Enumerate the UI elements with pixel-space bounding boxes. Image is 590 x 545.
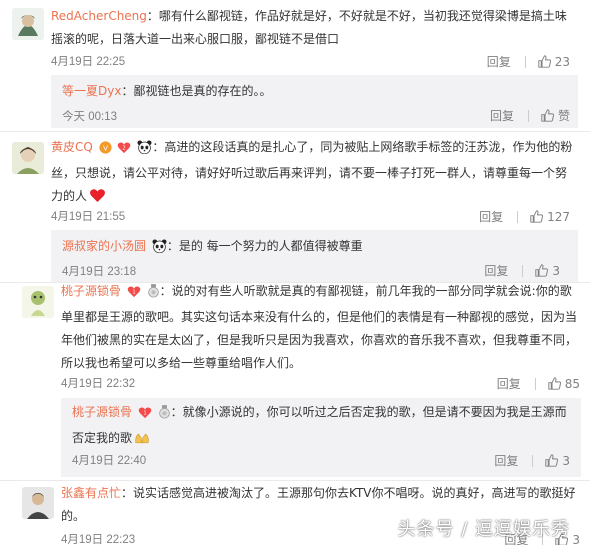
like-count: 赞 [557,109,570,123]
reply-button[interactable]: 回复 [484,262,508,279]
timestamp: 4月19日 23:18 [62,266,137,278]
comment-body: ：说的对有些人听歌就是真的有鄙视链，前几年我的一部分同学就会说:你的歌 [159,284,572,298]
username-link[interactable]: 桃子源锁骨 [72,405,132,419]
like-count: 3 [562,453,570,468]
like-button[interactable]: 127 [530,210,570,224]
timestamp: 今天 00:13 [62,111,117,123]
reply-actions: 回复 3 [494,452,570,469]
avatar[interactable] [22,487,54,519]
timestamp: 4月19日 21:55 [51,211,126,223]
like-count: 127 [547,209,570,224]
username-link[interactable]: RedAcherCheng [51,9,147,23]
reply-button[interactable]: 回复 [487,53,511,70]
reply-body: ：是的 每一个努力的人都值得被尊重 [166,239,363,253]
comment-body: ：说实话感觉高进被淘汰了。王源那句你去KTV你不唱呀。说的真好，高进写的歌挺好 [121,486,576,500]
comment-body: 丝，只想说，请公平对待，请好好听过歌后再来评判，请不要一棒子打死一群人，请尊重每… [51,166,568,180]
timestamp: 4月19日 22:25 [51,56,126,68]
timestamp: 4月19日 22:40 [72,455,147,467]
comment-body: 年他们被黑的实在是太凶了，但是我听只是因为我喜欢，你喜欢的音乐我不喜欢，但我尊重… [61,333,578,347]
comment-item: 桃子源锁骨 1 ：说的对有些人听歌就是真的有鄙视链，前几年我的一部分同学就会说:… [0,282,590,478]
reply-button[interactable]: 回复 [497,375,521,392]
comment-body: ：高进的这段话真的是扎心了，同为被贴上网络歌手标签的汪苏泷，作为他的粉 [152,140,573,154]
svg-text:1: 1 [132,290,135,296]
username-link[interactable]: 张鑫有点忙 [61,486,121,500]
comment-body: 的。 [61,509,86,523]
thumbs-up-icon [530,210,544,223]
medal-icon [158,404,171,427]
reply-button[interactable]: 回复 [490,107,514,124]
like-count: 3 [552,263,560,278]
thumbs-up-icon [545,454,559,467]
comment-item: RedAcherCheng：哪有什么鄙视链，作品好就是好，不好就是不好，当初我还… [0,0,590,128]
comment-body: ：哪有什么鄙视链，作品好就是好，不好就是不好，当初我还觉得梁博是搞土味 [146,9,567,23]
divider [524,55,526,68]
like-count: 3 [572,532,580,545]
comment-text: RedAcherCheng：哪有什么鄙视链，作品好就是好，不好就是不好，当初我还… [51,5,581,51]
like-button[interactable]: 3 [545,454,570,468]
like-count: 23 [554,54,570,69]
heart-badge-icon: 2 [117,139,131,162]
comment-body: 所以我也希望可以多给一些尊重给唱作人们。 [61,356,302,370]
username-link[interactable]: 等一夏Dyx [62,84,121,98]
avatar[interactable] [12,8,44,40]
like-button[interactable]: 赞 [541,107,570,124]
comment-actions: 回复 127 [479,208,570,225]
reply-button[interactable]: 回复 [494,452,518,469]
watermark: 头条号 / 逗逗娱乐秀 [397,519,570,540]
thumbs-up-icon [535,264,549,277]
username-link[interactable]: 桃子源锁骨 [61,284,121,298]
thumbs-up-icon [538,55,551,68]
comment-body: 单里都是王源的歌吧。其实这句话本来没有什么的，但是他们的表情是有一种鄙视的感觉，… [61,310,578,324]
svg-text:2: 2 [123,146,126,152]
like-button[interactable]: 85 [548,377,580,391]
reply-button[interactable]: 回复 [479,208,503,225]
comment-text: 黄皮CQ V 2 ：高进的这段话真的是扎心了，同为被贴上网络歌手标签的汪苏泷，作… [51,136,581,211]
vip-badge-icon: V [99,139,112,162]
avatar[interactable] [12,142,44,174]
reply-body: 否定我的歌 [72,431,133,445]
panda-icon [152,238,167,261]
comment-body: 摇滚的呢，日落大道一出来心服口服，鄙视链不是借口 [51,32,340,46]
reply-actions: 回复 赞 [490,107,570,124]
comment-actions: 回复 23 [487,53,570,70]
avatar[interactable] [22,286,54,318]
divider [532,454,534,467]
divider [517,210,519,223]
comment-item: 黄皮CQ V 2 ：高进的这段话真的是扎心了，同为被贴上网络歌手标签的汪苏泷，作… [0,131,590,282]
like-count: 85 [564,376,580,391]
comment-text: 桃子源锁骨 1 ：说的对有些人听歌就是真的有鄙视链，前几年我的一部分同学就会说:… [61,280,583,375]
svg-text:1: 1 [143,411,146,417]
reply-text: 等一夏Dyx：鄙视链也是真的存在的。。 [62,80,562,103]
reply-actions: 回复 3 [484,262,560,279]
reply-body: ：就像小源说的，你可以听过之后否定我的歌，但是请不要因为我是王源而 [170,405,567,419]
username-link[interactable]: 源叔家的小汤圆 [62,239,146,253]
like-button[interactable]: 3 [535,264,560,278]
comment-actions: 回复 85 [497,375,580,392]
medal-icon [147,283,160,306]
thumbs-up-icon [548,377,561,390]
timestamp: 4月19日 22:32 [61,378,136,390]
heart-badge-icon: 1 [138,404,152,427]
reply-text: 源叔家的小汤圆 ：是的 每一个努力的人都值得被尊重 [62,235,562,261]
panda-icon [137,139,152,162]
comment-body: 力的人 [51,189,88,203]
timestamp: 4月19日 22:23 [61,534,136,545]
divider [522,264,524,277]
divider [534,377,536,390]
reply-body: ：鄙视链也是真的存在的。。 [121,84,272,98]
reply-text: 桃子源锁骨 1 ：就像小源说的，你可以听过之后否定我的歌，但是请不要因为我是王源… [72,401,572,453]
svg-text:V: V [103,143,108,152]
username-link[interactable]: 黄皮CQ [51,140,93,154]
divider [527,109,529,122]
like-button[interactable]: 23 [538,55,570,69]
heart-badge-icon: 1 [127,283,141,306]
hands-emoji-icon [134,430,150,453]
thumbs-up-icon [541,109,554,122]
